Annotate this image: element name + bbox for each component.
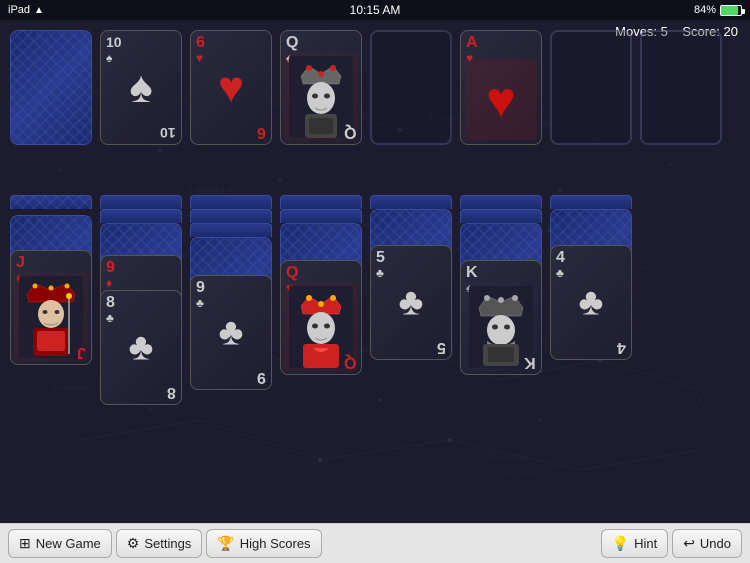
card-center-suit: ♣ [579, 281, 604, 324]
status-bar: iPad ▲ 10:15 AM 84% [0, 0, 750, 20]
card-suit-small: ♣ [196, 296, 204, 310]
battery-icon [720, 5, 742, 16]
card-rank-br: Q [344, 124, 356, 140]
card-center-suit: ♠ [129, 63, 152, 113]
card-rank-br: K [524, 354, 536, 370]
card-rank: Q [286, 35, 298, 51]
card-ace-hearts[interactable]: A ♥ ♥ [460, 30, 542, 145]
card-center-suit: ♣ [129, 326, 154, 369]
wifi-icon: ▲ [34, 5, 44, 16]
hint-button[interactable]: 💡 Hint [601, 529, 669, 558]
card-rank-br: J [77, 344, 86, 360]
back-card[interactable] [280, 209, 362, 223]
high-scores-button[interactable]: 🏆 High Scores [206, 529, 321, 558]
col-6-stack: K ♠ [460, 195, 542, 415]
card-rank: 6 [196, 35, 205, 51]
card-rank-br: 8 [167, 384, 176, 400]
toolbar-right: 💡 Hint ↩ Undo [601, 529, 742, 558]
card-rank: 10 [106, 35, 122, 49]
ace-figure: ♥ [465, 59, 537, 140]
back-card[interactable] [460, 195, 542, 209]
col-4-stack: Q ♥ [280, 195, 362, 415]
time-display: 10:15 AM [350, 3, 401, 17]
toolbar: ⊞ New Game ⚙ Settings 🏆 High Scores 💡 Hi… [0, 523, 750, 563]
card-center-suit: ♣ [399, 281, 424, 324]
high-scores-label: High Scores [240, 536, 311, 551]
placeholder-3 [640, 30, 722, 145]
back-card[interactable] [100, 209, 182, 223]
back-card[interactable] [100, 195, 182, 209]
undo-label: Undo [700, 536, 731, 551]
col-3-stack: 9 ♣ ♣ 9 [190, 195, 272, 415]
card-center-suit: ♣ [219, 311, 244, 354]
card-5-clubs[interactable]: 5 ♣ ♣ 5 [370, 245, 452, 360]
card-rank-br: 5 [437, 339, 446, 355]
card-suit-small: ♣ [376, 266, 384, 280]
card-rank-br: 9 [257, 369, 266, 385]
battery-percent: 84% [694, 4, 716, 16]
card-center-suit: ♥ [218, 63, 244, 113]
col-2-stack: 9 ♦ ♦ 9 8 ♣ ♣ 8 [100, 195, 182, 425]
hint-label: Hint [634, 536, 657, 551]
settings-label: Settings [144, 536, 191, 551]
back-card[interactable] [10, 195, 92, 209]
col-1-stack: J ♦ [10, 195, 92, 395]
settings-icon: ⚙ [127, 535, 140, 552]
card-jack-diamonds[interactable]: J ♦ [10, 250, 92, 365]
svg-text:of the Ecliptic: of the Ecliptic [490, 468, 536, 477]
card-rank: J [16, 255, 25, 271]
card-rank: 5 [376, 250, 385, 266]
game-area: CEPHEUS Polaris North Pole North Pole of… [0, 20, 750, 523]
card-queen-hearts[interactable]: Q ♥ [280, 260, 362, 375]
top-row: 10 ♠ ♠ 10 6 ♥ ♥ 6 Q ♠ [10, 30, 722, 145]
card-10-spades[interactable]: 10 ♠ ♠ 10 [100, 30, 182, 145]
card-suit-small: ♦ [106, 276, 112, 290]
card-suit-small: ♣ [106, 311, 114, 325]
card-rank: Q [286, 265, 298, 281]
back-card[interactable] [460, 209, 542, 223]
tableau-row: J ♦ [10, 195, 632, 425]
placeholder-1 [370, 30, 452, 145]
card-rank-br: 10 [160, 126, 176, 140]
card-queen-spades[interactable]: Q ♠ [280, 30, 362, 145]
new-game-icon: ⊞ [19, 535, 31, 552]
settings-button[interactable]: ⚙ Settings [116, 529, 203, 558]
col-7-stack: 4 ♣ ♣ 4 [550, 195, 632, 395]
new-game-label: New Game [36, 536, 101, 551]
deck-card[interactable] [10, 30, 92, 145]
back-card[interactable] [190, 223, 272, 237]
card-9-clubs[interactable]: 9 ♣ ♣ 9 [190, 275, 272, 390]
card-rank: K [466, 265, 478, 281]
placeholder-2 [550, 30, 632, 145]
svg-text:North Pole: North Pole [490, 452, 529, 462]
undo-icon: ↩ [683, 535, 695, 552]
col-5-stack: 5 ♣ ♣ 5 [370, 195, 452, 395]
hint-icon: 💡 [612, 535, 629, 552]
back-card[interactable] [190, 209, 272, 223]
card-rank: 9 [196, 280, 205, 296]
card-8-clubs[interactable]: 8 ♣ ♣ 8 [100, 290, 182, 405]
back-card[interactable] [280, 195, 362, 209]
card-rank-br: Q [344, 354, 356, 370]
trophy-icon: 🏆 [217, 535, 234, 552]
card-suit-small: ♠ [106, 51, 112, 65]
card-rank: 8 [106, 295, 115, 311]
card-king-spades[interactable]: K ♠ [460, 260, 542, 375]
card-rank-br: 4 [617, 339, 626, 355]
card-4-clubs[interactable]: 4 ♣ ♣ 4 [550, 245, 632, 360]
toolbar-left: ⊞ New Game ⚙ Settings 🏆 High Scores [8, 529, 322, 558]
undo-button[interactable]: ↩ Undo [672, 529, 742, 558]
device-label: iPad [8, 4, 30, 16]
back-card[interactable] [190, 195, 272, 209]
back-card[interactable] [370, 195, 452, 209]
card-suit-small: ♥ [196, 51, 203, 65]
new-game-button[interactable]: ⊞ New Game [8, 529, 112, 558]
card-rank-br: 6 [257, 124, 266, 140]
card-rank: 4 [556, 250, 565, 266]
card-6-hearts[interactable]: 6 ♥ ♥ 6 [190, 30, 272, 145]
back-card[interactable] [550, 195, 632, 209]
card-rank: A [466, 35, 478, 51]
card-rank: 9 [106, 260, 115, 276]
card-suit-small: ♣ [556, 266, 564, 280]
